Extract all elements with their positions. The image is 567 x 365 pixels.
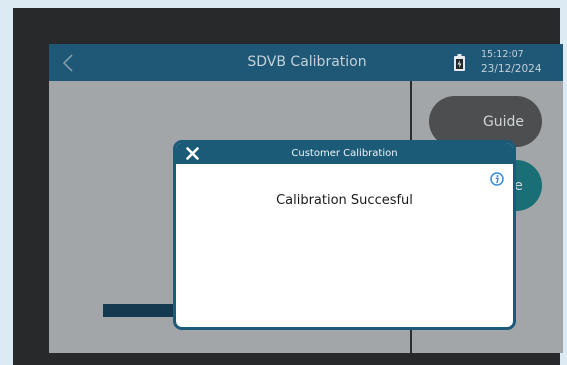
close-icon xyxy=(186,147,199,160)
clock-date: 23/12/2024 xyxy=(481,63,542,75)
dialog-title: Customer Calibration xyxy=(291,148,398,159)
guide-button-label: Guide xyxy=(482,113,525,130)
clock-time: 15:12:07 xyxy=(481,49,524,60)
screen: SDVB Calibration 15:12:07 23/12/2024 Gui… xyxy=(49,44,563,353)
info-icon[interactable] xyxy=(490,172,504,186)
clock: 15:12:07 23/12/2024 xyxy=(481,47,542,77)
customer-calibration-dialog: Customer Calibration Calibration Succesf… xyxy=(173,140,516,330)
device-bezel: SDVB Calibration 15:12:07 23/12/2024 Gui… xyxy=(13,8,563,365)
page-title: SDVB Calibration xyxy=(247,54,367,70)
dialog-message: Calibration Succesful xyxy=(276,193,413,208)
chevron-left-icon xyxy=(62,53,73,72)
dialog-header: Customer Calibration xyxy=(176,143,513,164)
header-bar: SDVB Calibration 15:12:07 23/12/2024 xyxy=(49,44,563,81)
battery-icon xyxy=(454,54,465,71)
back-button[interactable] xyxy=(53,47,83,78)
dialog-close-button[interactable] xyxy=(184,145,201,162)
